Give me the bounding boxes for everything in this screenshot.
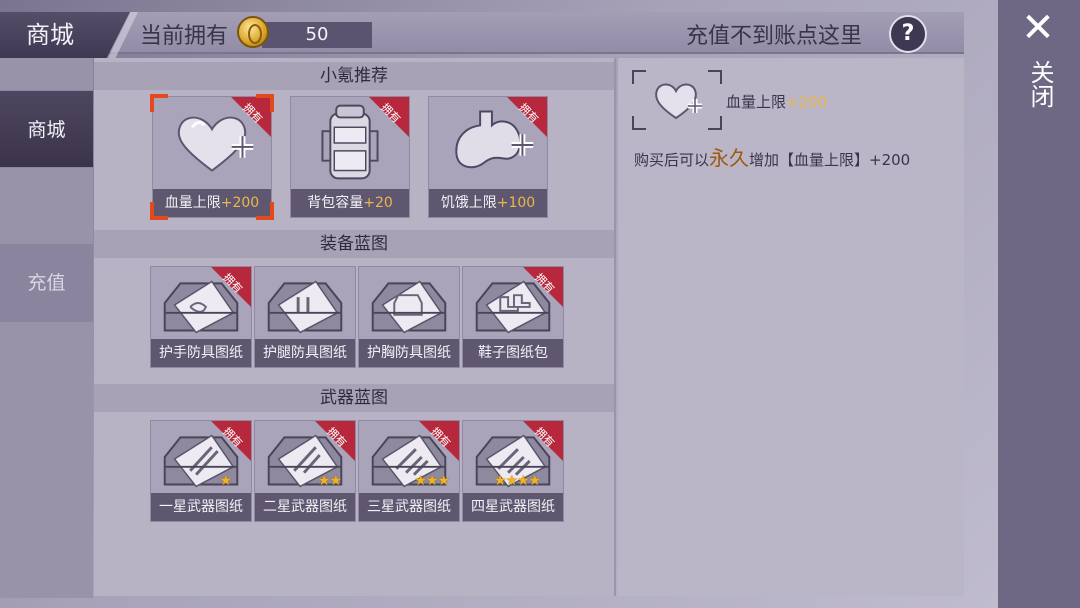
shop-item-backpack-capacity[interactable]: 拥有 背包容量+20 <box>290 96 410 218</box>
section-title-recommended: 小氪推荐 <box>94 62 614 90</box>
item-label: 四星武器图纸 <box>463 493 563 521</box>
shop-item-hp-limit[interactable]: 拥有 血量上限+200 <box>150 94 274 220</box>
shop-panel: 小氪推荐 装备蓝图 武器蓝图 拥有 血量上限+200 拥有 背包容量+20 拥有… <box>94 58 616 596</box>
detail-description: 购买后可以永久增加【血量上限】+200 <box>634 146 911 170</box>
recharge-issue-link[interactable]: 充值不到账点这里 <box>686 18 862 50</box>
owned-badge: 拥有 <box>507 97 547 137</box>
sidebar-item-shop[interactable]: 商城 <box>0 90 93 168</box>
owned-badge: 拥有 <box>315 421 355 461</box>
shop-item-hunger-limit[interactable]: 拥有 饥饿上限+100 <box>428 96 548 218</box>
shop-item-chestguard-blueprint[interactable]: 护胸防具图纸 <box>358 266 460 368</box>
selection-corner <box>150 202 168 220</box>
shop-item-legguard-blueprint[interactable]: 护腿防具图纸 <box>254 266 356 368</box>
owned-badge: 拥有 <box>523 267 563 307</box>
section-title-weapon-blueprints: 武器蓝图 <box>94 384 614 412</box>
item-label: 护胸防具图纸 <box>359 339 459 367</box>
shop-item-2star-weapon-blueprint[interactable]: ★★ 拥有 二星武器图纸 <box>254 420 356 522</box>
rarity-stars: ★★★★ <box>493 473 541 489</box>
blueprint-toolbox-icon <box>371 280 447 334</box>
close-label[interactable]: 关闭 <box>1025 60 1054 108</box>
close-panel[interactable]: ✕ 关闭 <box>998 0 1080 608</box>
shop-item-4star-weapon-blueprint[interactable]: ★★★★ 拥有 四星武器图纸 <box>462 420 564 522</box>
sidebar: 商城 充值 <box>0 58 93 598</box>
item-label: 背包容量+20 <box>291 189 409 217</box>
selection-corner <box>150 94 168 112</box>
item-label: 护腿防具图纸 <box>255 339 355 367</box>
detail-icon-frame <box>632 70 722 130</box>
item-label: 血量上限+200 <box>153 189 271 217</box>
item-label: 二星武器图纸 <box>255 493 355 521</box>
item-label: 一星武器图纸 <box>151 493 251 521</box>
help-button[interactable]: ? <box>889 15 927 53</box>
shop-item-1star-weapon-blueprint[interactable]: ★ 拥有 一星武器图纸 <box>150 420 252 522</box>
item-label: 护手防具图纸 <box>151 339 251 367</box>
sidebar-item-recharge[interactable]: 充值 <box>0 244 93 322</box>
gold-coin-icon <box>237 16 269 48</box>
owned-badge: 拥有 <box>211 267 251 307</box>
shop-item-3star-weapon-blueprint[interactable]: ★★★ 拥有 三星武器图纸 <box>358 420 460 522</box>
shop-item-shoes-blueprint-pack[interactable]: 拥有 鞋子图纸包 <box>462 266 564 368</box>
selection-corner <box>256 94 274 112</box>
item-label: 三星武器图纸 <box>359 493 459 521</box>
rarity-stars: ★ <box>219 473 232 489</box>
shop-item-gauntlet-blueprint[interactable]: 拥有 护手防具图纸 <box>150 266 252 368</box>
selection-corner <box>256 202 274 220</box>
coin-balance: 50 <box>262 22 372 48</box>
owned-badge: 拥有 <box>523 421 563 461</box>
owned-badge: 拥有 <box>369 97 409 137</box>
close-icon[interactable]: ✕ <box>1020 8 1056 48</box>
detail-item-name: 血量上限+200 <box>726 93 828 111</box>
item-label: 饥饿上限+100 <box>429 189 547 217</box>
currency-label: 当前拥有 <box>140 24 229 49</box>
item-label: 鞋子图纸包 <box>463 339 563 367</box>
section-title-equipment-blueprints: 装备蓝图 <box>94 230 614 258</box>
blueprint-toolbox-icon <box>267 280 343 334</box>
rarity-stars: ★★★ <box>414 473 450 489</box>
owned-badge: 拥有 <box>419 421 459 461</box>
item-detail-panel: 血量上限+200 购买后可以永久增加【血量上限】+200 <box>618 58 964 596</box>
owned-badge: 拥有 <box>211 421 251 461</box>
rarity-stars: ★★ <box>317 473 342 489</box>
